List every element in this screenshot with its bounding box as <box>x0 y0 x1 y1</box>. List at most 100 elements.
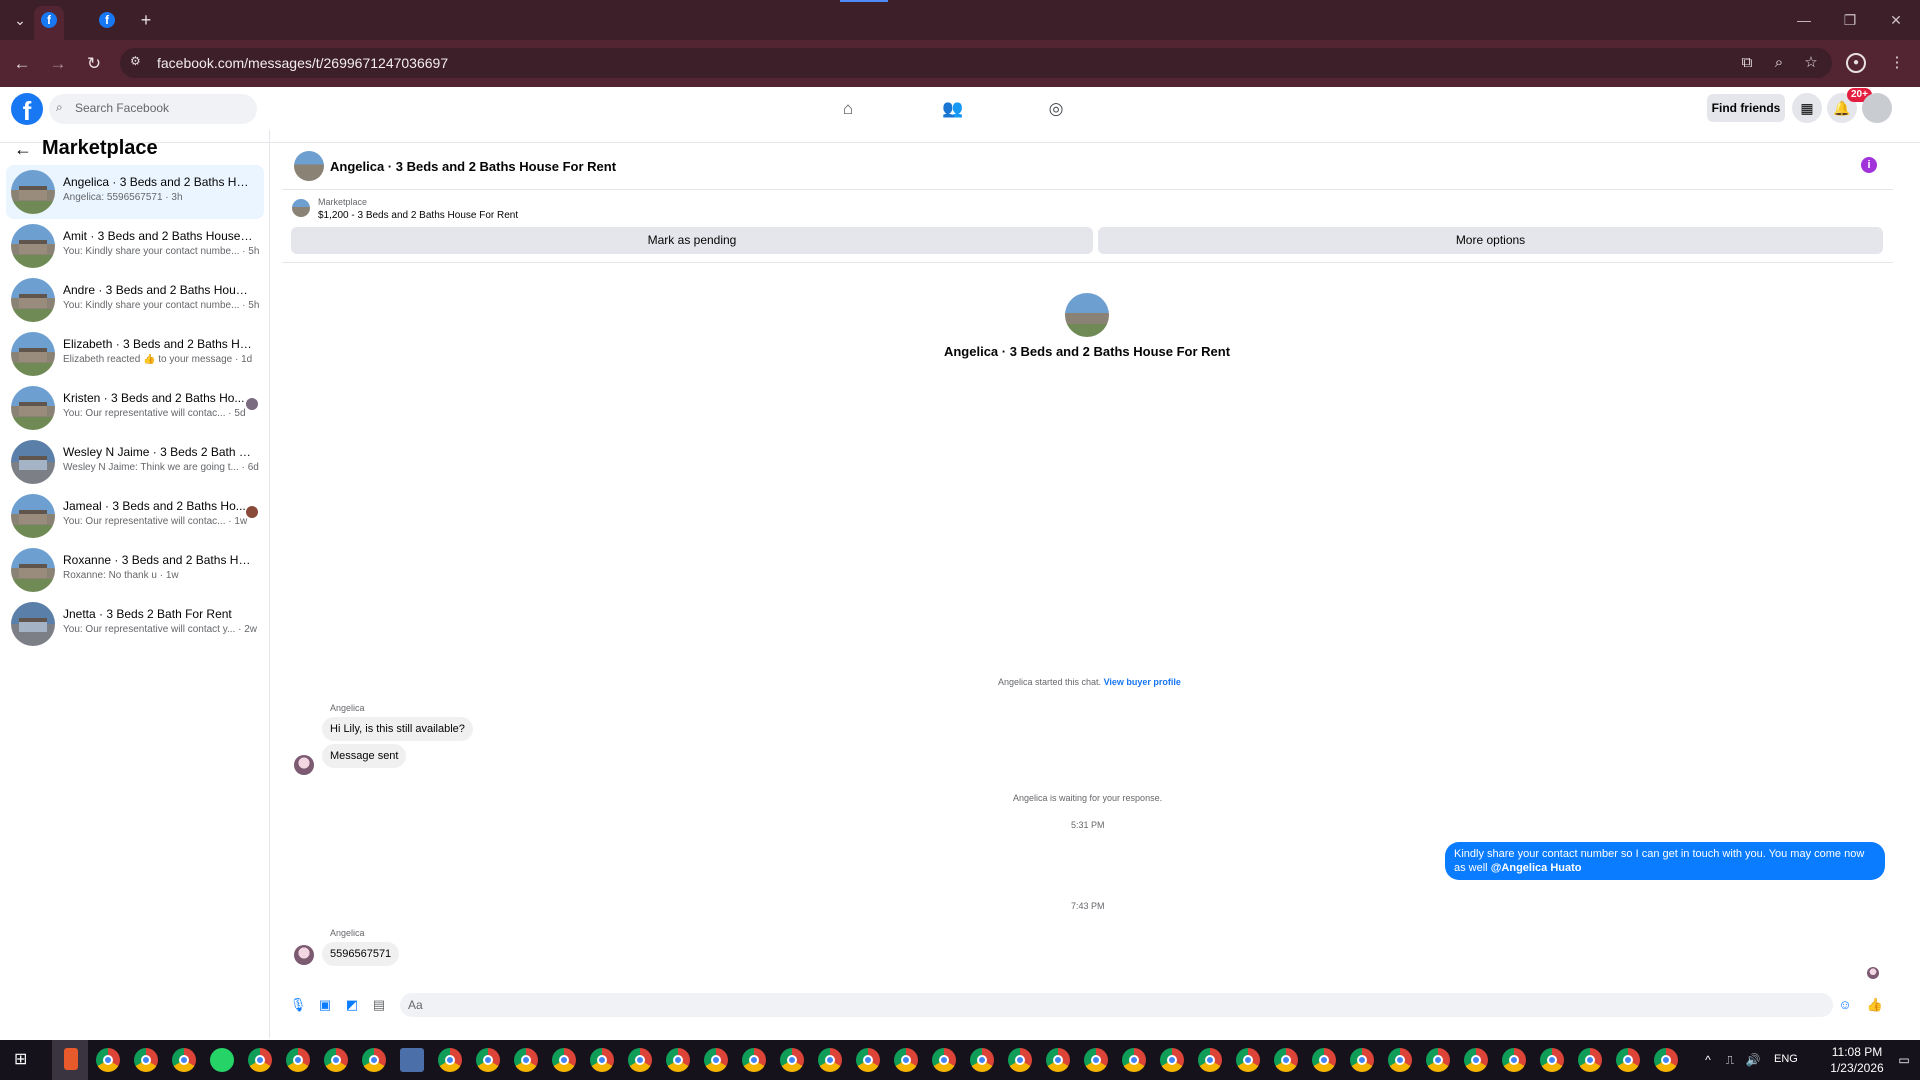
chrome-taskbar-icon[interactable] <box>856 1048 880 1072</box>
gif-icon[interactable]: ▤ <box>370 996 388 1014</box>
chrome-taskbar-icon[interactable] <box>362 1048 386 1072</box>
facebook-logo-icon[interactable]: f <box>11 93 43 126</box>
notification-center-icon[interactable]: ▭ <box>1896 1052 1912 1068</box>
chrome-taskbar-icon[interactable] <box>1008 1048 1032 1072</box>
chrome-taskbar-icon[interactable] <box>970 1048 994 1072</box>
minimize-icon[interactable]: — <box>1792 10 1816 30</box>
chrome-taskbar-icon[interactable] <box>1426 1048 1450 1072</box>
forward-icon[interactable]: → <box>46 52 70 76</box>
message-bubble[interactable]: Message sent <box>322 744 407 768</box>
profile-icon[interactable]: ● <box>1846 53 1866 73</box>
sender-avatar[interactable] <box>294 755 314 775</box>
chrome-taskbar-icon[interactable] <box>818 1048 842 1072</box>
chrome-taskbar-icon[interactable] <box>666 1048 690 1072</box>
whatsapp-taskbar-icon[interactable] <box>210 1048 234 1072</box>
message-bubble[interactable]: 5596567571 <box>322 942 400 966</box>
microphone-icon[interactable]: 🎙 <box>289 996 307 1014</box>
chrome-taskbar-icon[interactable] <box>134 1048 158 1072</box>
like-thumb-icon[interactable]: 👍 <box>1866 996 1884 1014</box>
back-icon[interactable]: ← <box>10 52 34 76</box>
home-icon[interactable]: ⌂ <box>835 96 861 122</box>
chrome-taskbar-icon[interactable] <box>932 1048 956 1072</box>
conversation-item[interactable]: Roxanne · 3 Beds and 2 Baths Hou... Roxa… <box>6 543 264 597</box>
url-text[interactable]: facebook.com/messages/t/2699671247036697 <box>157 55 448 71</box>
chrome-taskbar-icon[interactable] <box>1084 1048 1108 1072</box>
browser-tab-active[interactable]: f <box>34 6 64 40</box>
listing-price-title[interactable]: $1,200 - 3 Beds and 2 Baths House For Re… <box>318 210 518 221</box>
info-icon[interactable]: i <box>1861 157 1877 173</box>
chrome-taskbar-icon[interactable] <box>286 1048 310 1072</box>
friends-icon[interactable]: 👥 <box>940 96 966 122</box>
menu-grid-icon[interactable]: ▦ <box>1792 93 1822 123</box>
emoji-icon[interactable]: ☺ <box>1836 996 1854 1014</box>
conversation-item[interactable]: Angelica · 3 Beds and 2 Baths Hou... Ang… <box>6 165 264 219</box>
system-clock[interactable]: 11:08 PM 1/23/2026 <box>1822 1044 1892 1076</box>
chrome-taskbar-icon[interactable] <box>780 1048 804 1072</box>
chat-title[interactable]: Angelica · 3 Beds and 2 Baths House For … <box>330 159 616 174</box>
conversation-item[interactable]: Jnetta · 3 Beds 2 Bath For Rent You: Our… <box>6 597 264 651</box>
chrome-taskbar-icon[interactable] <box>894 1048 918 1072</box>
chrome-taskbar-icon[interactable] <box>590 1048 614 1072</box>
conversation-item[interactable]: Andre · 3 Beds and 2 Baths House ... You… <box>6 273 264 327</box>
chrome-taskbar-icon[interactable] <box>1578 1048 1602 1072</box>
chrome-taskbar-icon[interactable] <box>1540 1048 1564 1072</box>
zoom-icon[interactable]: ⌕ <box>1766 50 1792 76</box>
browser-tab[interactable]: f <box>96 6 126 40</box>
chrome-taskbar-icon[interactable] <box>742 1048 766 1072</box>
sender-avatar[interactable] <box>294 945 314 965</box>
chrome-taskbar-icon[interactable] <box>1350 1048 1374 1072</box>
bookmark-star-icon[interactable]: ☆ <box>1798 50 1824 76</box>
taskbar-active-app[interactable] <box>52 1040 88 1080</box>
chrome-taskbar-icon[interactable] <box>438 1048 462 1072</box>
chrome-taskbar-icon[interactable] <box>1160 1048 1184 1072</box>
message-input[interactable] <box>400 993 1833 1017</box>
back-arrow-icon[interactable]: ← <box>14 139 32 160</box>
chrome-taskbar-icon[interactable] <box>1274 1048 1298 1072</box>
conversation-item[interactable]: Amit · 3 Beds and 2 Baths House F... You… <box>6 219 264 273</box>
chat-avatar[interactable] <box>294 151 324 181</box>
tab-search-chevron-icon[interactable]: ⌄ <box>10 10 30 30</box>
chrome-taskbar-icon[interactable] <box>1312 1048 1336 1072</box>
conversation-item[interactable]: Jameal · 3 Beds and 2 Baths Ho... You: O… <box>6 489 264 543</box>
more-options-button[interactable]: More options <box>1098 227 1883 254</box>
new-tab-button[interactable]: + <box>136 10 156 30</box>
groups-icon[interactable]: ◎ <box>1043 96 1069 122</box>
chrome-taskbar-icon[interactable] <box>1502 1048 1526 1072</box>
language-indicator[interactable]: ENG <box>1774 1053 1798 1065</box>
tray-chevron-icon[interactable]: ^ <box>1700 1052 1716 1068</box>
chrome-taskbar-icon[interactable] <box>1236 1048 1260 1072</box>
browser-menu-icon[interactable]: ⋮ <box>1884 50 1910 76</box>
close-window-icon[interactable]: ✕ <box>1884 10 1908 30</box>
account-avatar[interactable] <box>1862 93 1892 123</box>
site-info-icon[interactable]: ⚙ <box>130 54 146 72</box>
chrome-taskbar-icon[interactable] <box>172 1048 196 1072</box>
chrome-taskbar-icon[interactable] <box>628 1048 652 1072</box>
conversation-item[interactable]: Kristen · 3 Beds and 2 Baths Ho... You: … <box>6 381 264 435</box>
chrome-taskbar-icon[interactable] <box>1198 1048 1222 1072</box>
volume-icon[interactable]: 🔊 <box>1745 1052 1761 1068</box>
reload-icon[interactable]: ↻ <box>82 52 106 76</box>
chrome-taskbar-icon[interactable] <box>1046 1048 1070 1072</box>
chrome-taskbar-icon[interactable] <box>476 1048 500 1072</box>
app-taskbar-icon[interactable] <box>400 1048 424 1072</box>
chrome-taskbar-icon[interactable] <box>324 1048 348 1072</box>
chrome-taskbar-icon[interactable] <box>704 1048 728 1072</box>
attach-image-icon[interactable]: ▣ <box>316 996 334 1014</box>
chrome-taskbar-icon[interactable] <box>1464 1048 1488 1072</box>
chrome-taskbar-icon[interactable] <box>514 1048 538 1072</box>
view-buyer-profile-link[interactable]: View buyer profile <box>1104 677 1181 687</box>
install-app-icon[interactable]: ⧉ <box>1734 50 1760 76</box>
mark-as-pending-button[interactable]: Mark as pending <box>291 227 1093 254</box>
restore-icon[interactable]: ❐ <box>1838 10 1862 30</box>
chrome-taskbar-icon[interactable] <box>1122 1048 1146 1072</box>
chrome-taskbar-icon[interactable] <box>96 1048 120 1072</box>
windows-start-icon[interactable]: ⊞ <box>14 1051 32 1069</box>
message-bubble[interactable]: Hi Lily, is this still available? <box>322 717 473 741</box>
find-friends-button[interactable]: Find friends <box>1707 94 1785 122</box>
conversation-item[interactable]: Wesley N Jaime · 3 Beds 2 Bath Fo... Wes… <box>6 435 264 489</box>
mention-link[interactable]: @Angelica Huato <box>1491 862 1582 874</box>
chrome-taskbar-icon[interactable] <box>1388 1048 1412 1072</box>
network-icon[interactable]: ⎍ <box>1722 1052 1738 1068</box>
sticker-icon[interactable]: ◩ <box>343 996 361 1014</box>
chrome-taskbar-icon[interactable] <box>1616 1048 1640 1072</box>
